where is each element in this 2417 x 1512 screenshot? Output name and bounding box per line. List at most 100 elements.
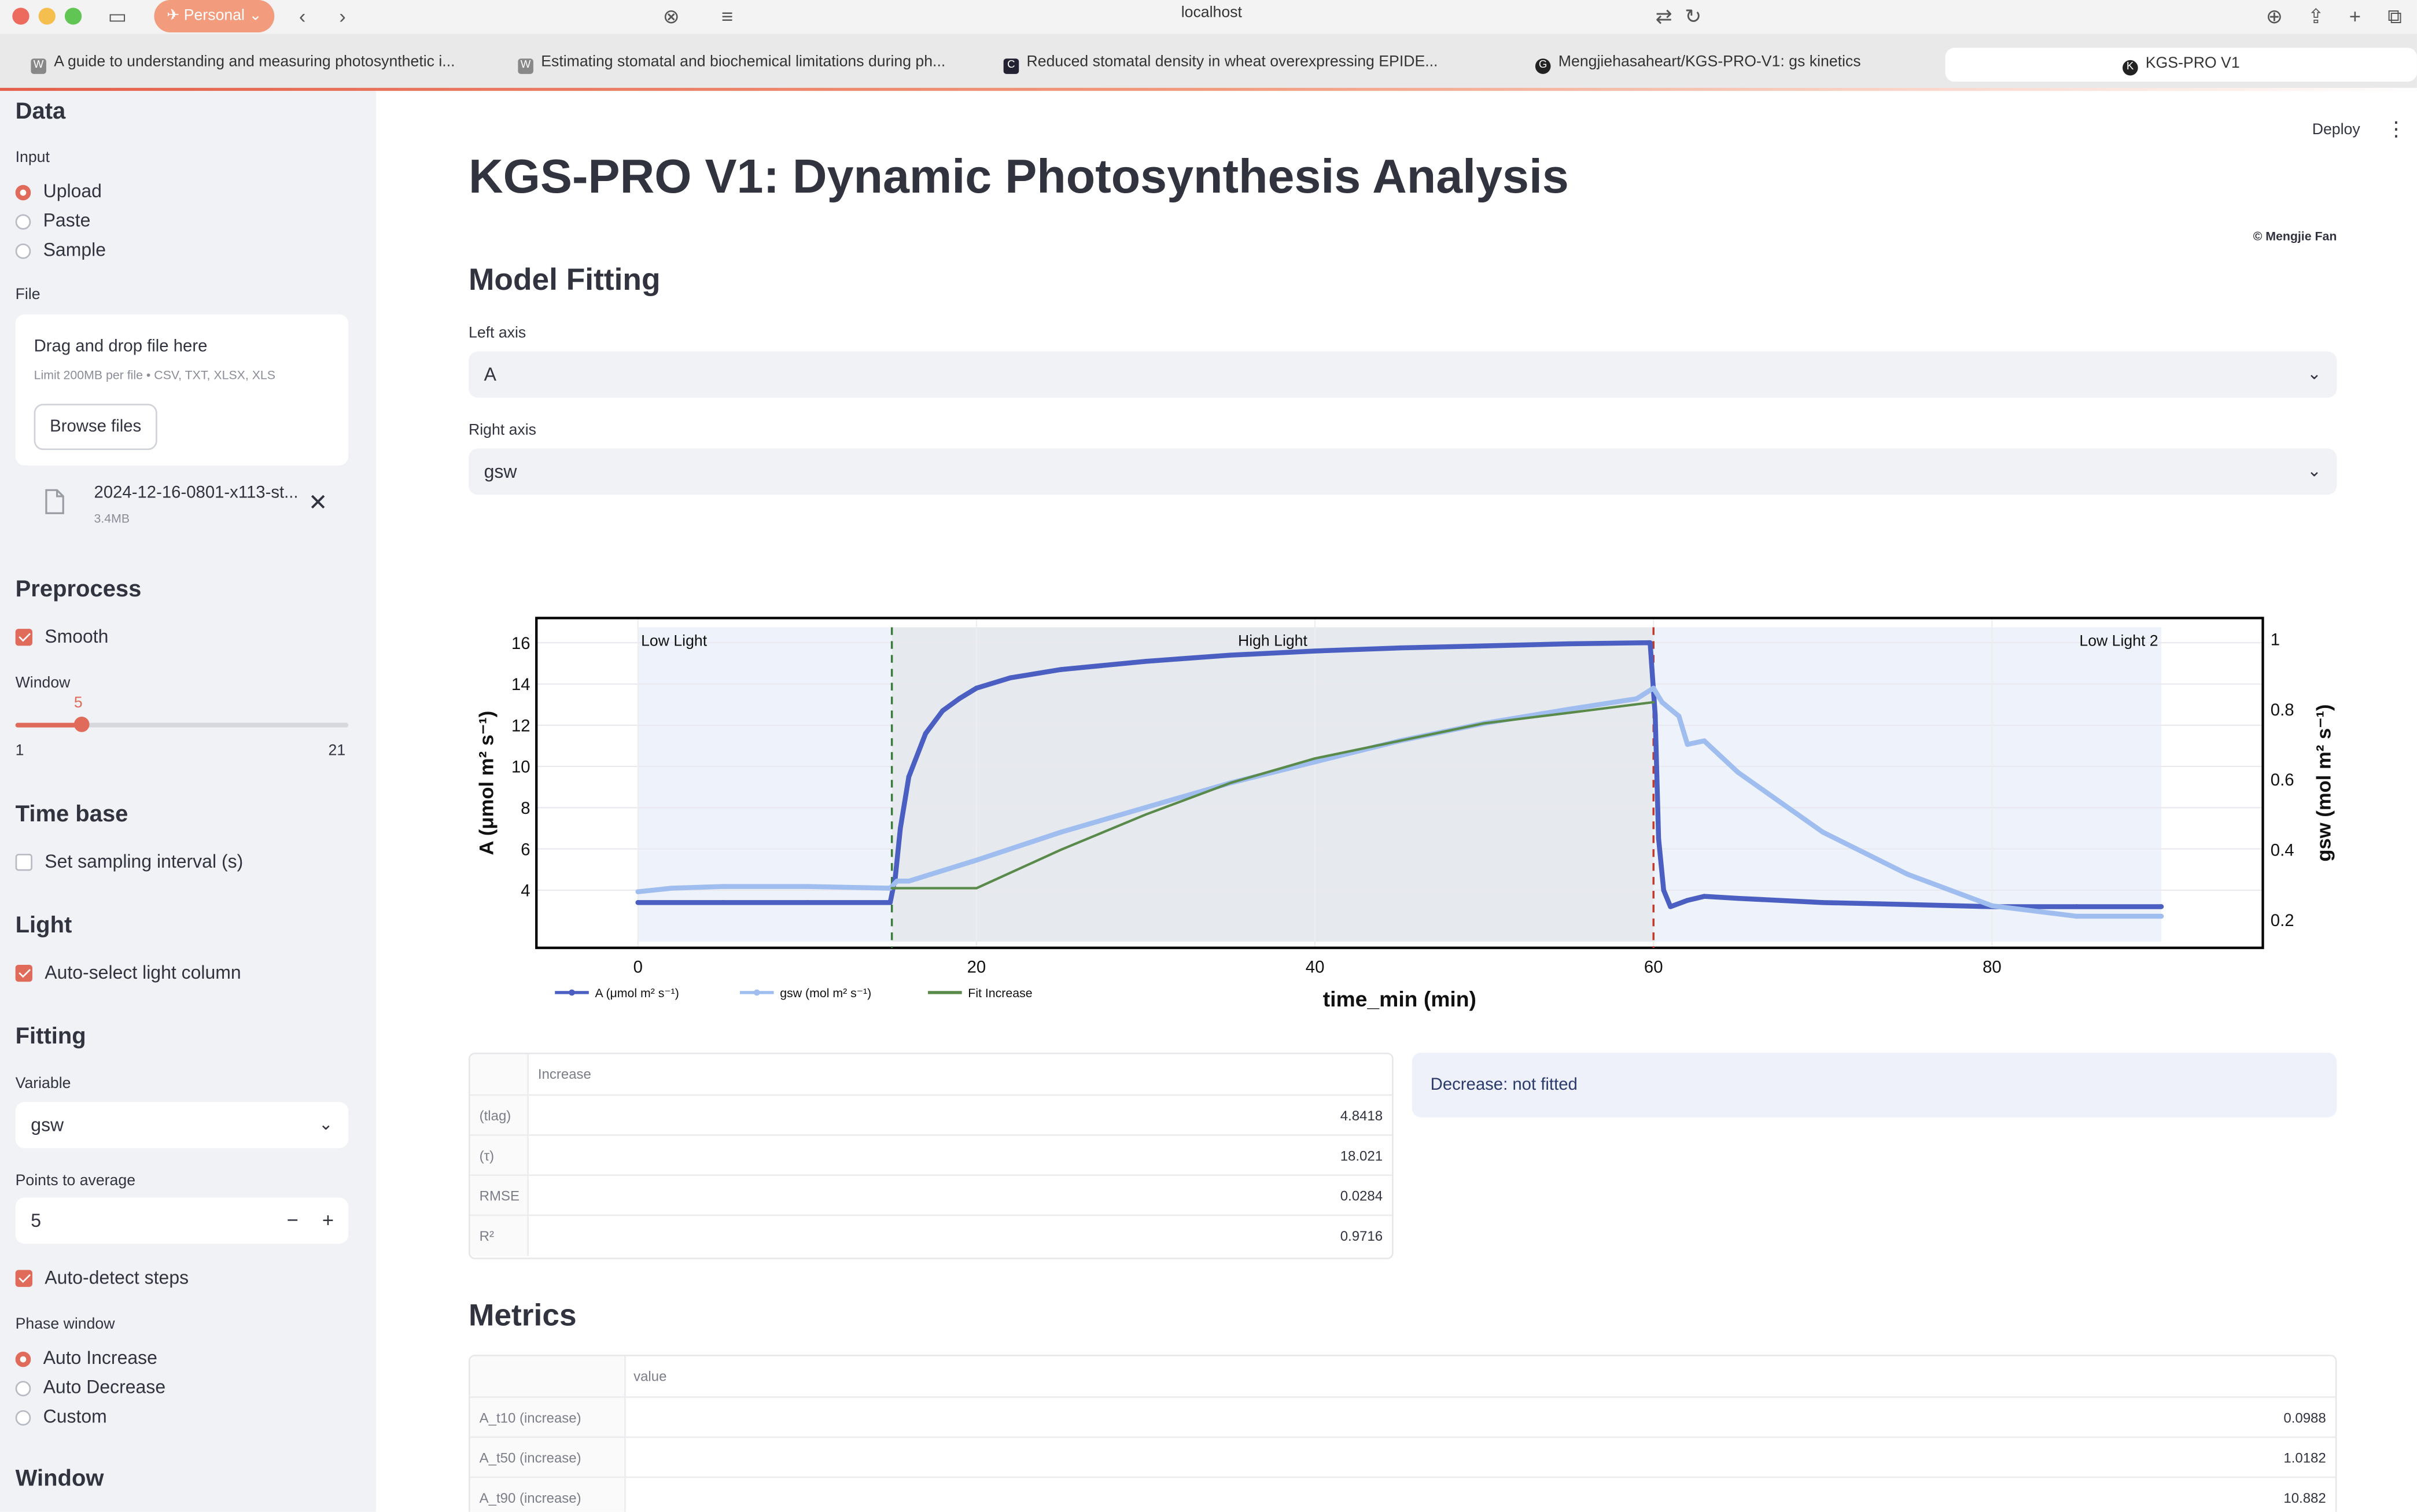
radio-custom[interactable]: Custom [15, 1404, 107, 1429]
table-row[interactable]: R² 0.9716 [470, 1214, 1392, 1256]
column-header-value: value [633, 1369, 667, 1384]
tab-label: KGS-PRO V1 [2145, 55, 2240, 73]
variable-label: Variable [15, 1075, 71, 1093]
dynamic-photosynthesis-chart[interactable]: Low Light High Light Low Light 24681012141… [469, 599, 2337, 1031]
profile-label: Personal [183, 8, 245, 25]
data-heading: Data [15, 98, 66, 125]
new-tab-icon[interactable]: + [2349, 3, 2361, 31]
checkbox-label: Auto-select light column [45, 961, 241, 983]
forward-icon[interactable]: › [339, 3, 346, 31]
zoom-window-button[interactable] [64, 8, 82, 25]
radio-sample[interactable]: Sample [15, 237, 106, 262]
phase-label: Low Light 2 [2079, 632, 2158, 649]
radio-auto-decrease[interactable]: Auto Decrease [15, 1375, 165, 1400]
tab-github-repo[interactable]: G Mengjiehasaheart/KGS-PRO-V1: gs kinetic… [1535, 46, 1905, 80]
reader-icon[interactable]: ≡ [721, 3, 733, 31]
tab-stomatal-density[interactable]: C Reduced stomatal density in wheat overe… [1003, 46, 1451, 80]
auto-detect-steps-checkbox[interactable]: Auto-detect steps [15, 1266, 189, 1290]
row-value: 0.0988 [2283, 1410, 2326, 1426]
extension-icon[interactable]: ⊗ [663, 3, 680, 31]
data-point [906, 774, 912, 780]
table-row[interactable]: (τ) 18.021 [470, 1134, 1392, 1177]
increment-button[interactable]: + [322, 1197, 334, 1244]
data-point [2158, 913, 2164, 919]
data-point [923, 731, 929, 736]
fit-results-table[interactable]: Increase (tlag) 4.8418 (τ) 18.021 RMSE 0.02… [469, 1052, 1394, 1259]
browse-files-button[interactable]: Browse files [34, 404, 157, 451]
radio-paste[interactable]: Paste [15, 208, 90, 233]
table-row[interactable]: A_t50 (increase) 1.0182 [470, 1436, 2335, 1478]
metrics-table[interactable]: value A_t10 (increase) 0.0988 A_t50 (incr… [469, 1355, 2337, 1512]
data-point [1312, 648, 1318, 654]
y-right-tick-label: 0.2 [2271, 911, 2294, 930]
data-point [2158, 904, 2164, 909]
data-point [1143, 805, 1148, 810]
variable-select[interactable]: gsw ⌄ [15, 1102, 349, 1149]
tab-kgs-pro[interactable]: K KGS-PRO V1 [1945, 47, 2417, 82]
auto-light-checkbox[interactable]: Auto-select light column [15, 960, 241, 985]
file-dropzone[interactable]: Drag and drop file here Limit 200MB per … [15, 314, 349, 466]
points-value: 5 [31, 1209, 42, 1231]
smooth-checkbox[interactable]: Smooth [15, 624, 108, 649]
tab-favicon-icon: W [31, 58, 46, 74]
tab-label: A guide to understanding and measuring p… [54, 54, 455, 71]
radio-icon [15, 1381, 31, 1397]
slider-max: 21 [328, 743, 346, 760]
column-header-increase: Increase [537, 1066, 591, 1082]
table-row[interactable]: (tlag) 4.8418 [470, 1094, 1392, 1136]
window-slider[interactable] [15, 716, 349, 732]
page-title: KGS-PRO V1: Dynamic Photosynthesis Analy… [469, 149, 1569, 204]
phase-label: Low Light [641, 632, 708, 649]
file-size: 3.4MB [94, 511, 130, 526]
tab-photosynthetic-guide[interactable]: W A guide to understanding and measuring … [31, 46, 478, 80]
radio-label: Custom [43, 1406, 107, 1428]
file-label: File [15, 286, 40, 304]
data-point [1701, 894, 1707, 899]
close-window-button[interactable] [12, 8, 30, 25]
main-menu-icon[interactable]: ⋮ [2386, 117, 2407, 142]
y-left-tick-label: 14 [511, 675, 530, 694]
share-icon[interactable]: ⇪ [2308, 3, 2324, 31]
reload-icon[interactable]: ↻ [1685, 3, 1701, 31]
fitting-heading: Fitting [15, 1023, 86, 1050]
table-row[interactable]: A_t10 (increase) 0.0988 [470, 1396, 2335, 1438]
row-name: A_t10 (increase) [470, 1397, 626, 1438]
tab-stomatal-limitations[interactable]: W Estimating stomatal and biochemical lim… [518, 46, 965, 80]
data-point [1685, 898, 1690, 903]
download-icon[interactable]: ⊕ [2266, 3, 2283, 31]
row-value: 10.882 [2283, 1490, 2326, 1506]
left-axis-select[interactable]: A ⌄ [469, 351, 2337, 398]
data-point [1659, 699, 1665, 705]
data-point [720, 900, 725, 905]
profile-button[interactable]: ✈ Personal ⌄ [154, 0, 275, 32]
table-row[interactable]: RMSE 0.0284 [470, 1174, 1392, 1216]
table-row[interactable]: A_t90 (increase) 10.882 [470, 1476, 2335, 1512]
right-axis-select[interactable]: gsw ⌄ [469, 448, 2337, 495]
dropzone-title: Drag and drop file here [34, 337, 208, 356]
y-right-tick-label: 0.8 [2271, 700, 2294, 720]
data-point [1736, 770, 1741, 775]
radio-upload[interactable]: Upload [15, 179, 102, 204]
minimize-window-button[interactable] [38, 8, 56, 25]
tab-overview-icon[interactable]: ⧉ [2387, 3, 2402, 31]
table-header-row: value [470, 1356, 2335, 1397]
data-point [1820, 829, 1826, 835]
data-point [1058, 667, 1064, 672]
deploy-button[interactable]: Deploy [2312, 121, 2360, 138]
sidebar-toggle-icon[interactable]: ▭ [108, 3, 127, 31]
x-tick-label: 0 [633, 957, 643, 976]
remove-file-icon[interactable]: ✕ [308, 489, 328, 516]
slider-thumb[interactable] [73, 716, 90, 732]
back-icon[interactable]: ‹ [299, 3, 306, 31]
table-header-row: Increase [470, 1054, 1392, 1094]
radio-auto-increase[interactable]: Auto Increase [15, 1345, 157, 1370]
decrement-button[interactable]: − [287, 1197, 299, 1244]
slider-min: 1 [15, 743, 24, 760]
decrease-info-alert: Decrease: not fitted [1412, 1052, 2337, 1118]
sampling-interval-checkbox[interactable]: Set sampling interval (s) [15, 849, 244, 874]
window-heading: Window [15, 1465, 104, 1492]
translate-icon[interactable]: ⇄ [1656, 3, 1672, 31]
window-label: Window [15, 675, 71, 692]
points-stepper[interactable]: 5 − + [15, 1197, 349, 1244]
address-bar[interactable]: localhost [1079, 5, 1344, 21]
